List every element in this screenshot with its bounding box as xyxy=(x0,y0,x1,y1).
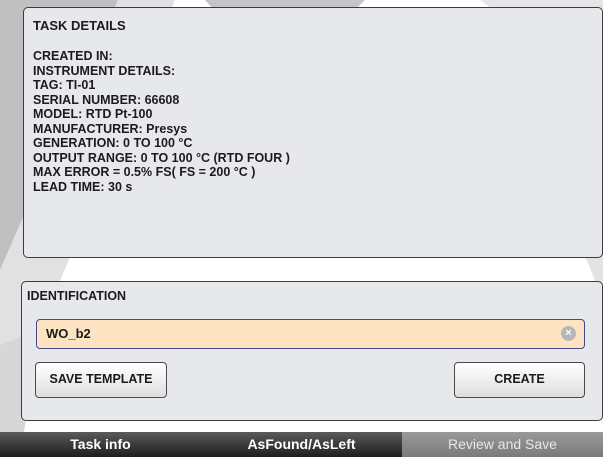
task-details-title: TASK DETAILS xyxy=(33,18,126,33)
serial-number-line: SERIAL NUMBER: 66608 xyxy=(33,92,180,107)
identification-value: WO_b2 xyxy=(46,326,91,341)
identification-panel: IDENTIFICATION WO_b2 × SAVE TEMPLATE CRE… xyxy=(21,281,603,421)
instrument-details-line: INSTRUMENT DETAILS: xyxy=(33,63,176,78)
clear-icon[interactable]: × xyxy=(561,326,576,341)
bottom-tab-bar: Task info AsFound/AsLeft Review and Save xyxy=(0,432,603,457)
model-line: MODEL: RTD Pt-100 xyxy=(33,107,153,121)
lead-time-line: LEAD TIME: 30 s xyxy=(33,179,133,194)
manufacturer-line: MANUFACTURER: Presys xyxy=(33,121,188,136)
save-template-button[interactable]: SAVE TEMPLATE xyxy=(35,362,167,398)
tab-task-info[interactable]: Task info xyxy=(0,432,201,457)
identification-input[interactable]: WO_b2 × xyxy=(36,319,585,349)
identification-title: IDENTIFICATION xyxy=(27,289,127,303)
task-details-panel: TASK DETAILS CREATED IN: INSTRUMENT DETA… xyxy=(23,7,603,258)
max-error-line: MAX ERROR = 0.5% FS( FS = 200 °C ) xyxy=(33,165,256,179)
tab-asfound-asleft[interactable]: AsFound/AsLeft xyxy=(201,432,402,457)
tab-review-and-save[interactable]: Review and Save xyxy=(402,432,603,457)
generation-line: GENERATION: 0 TO 100 °C xyxy=(33,136,193,150)
output-range-line: OUTPUT RANGE: 0 TO 100 °C (RTD FOUR ) xyxy=(33,150,290,165)
tag-line: TAG: TI-01 xyxy=(33,78,96,92)
created-in-line: CREATED IN: xyxy=(33,49,113,63)
create-button[interactable]: CREATE xyxy=(454,362,585,398)
